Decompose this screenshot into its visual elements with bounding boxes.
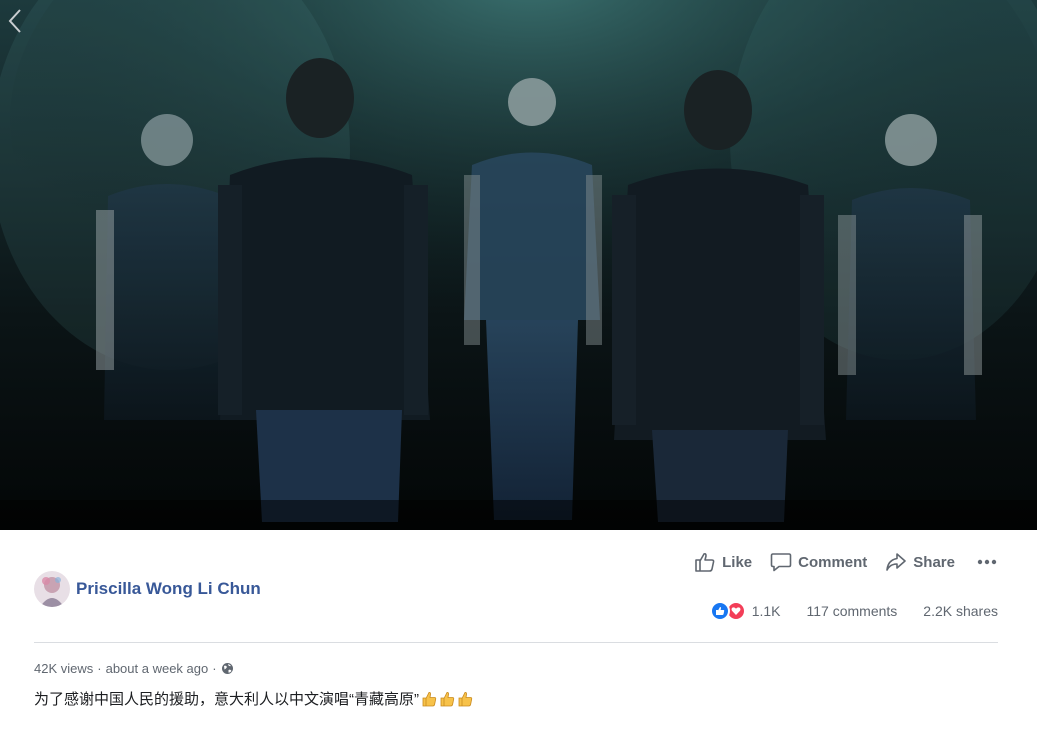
separator: ·	[212, 661, 217, 676]
like-reaction-icon	[709, 601, 730, 621]
share-button[interactable]: Share	[885, 552, 955, 572]
post-meta: 42K views · about a week ago ·	[34, 661, 234, 676]
like-label: Like	[722, 553, 753, 571]
more-options-button[interactable]	[977, 559, 997, 565]
engagement-stats: 1.1K 117 comments 2.2K shares	[709, 601, 998, 621]
caption-text: 为了感谢中国人民的援助，意大利人以中文演唱“青藏高原”	[34, 691, 419, 708]
divider	[34, 642, 998, 643]
comment-icon	[770, 553, 792, 572]
avatar[interactable]	[34, 571, 70, 607]
post-info-panel: Like Comment Share Priscilla Wong Li Chu…	[0, 530, 1037, 738]
separator: ·	[97, 661, 102, 676]
share-icon	[886, 553, 907, 571]
author-block: Priscilla Wong Li Chun	[34, 571, 261, 607]
post-caption: 为了感谢中国人民的援助，意大利人以中文演唱“青藏高原”	[34, 688, 475, 709]
author-name[interactable]: Priscilla Wong Li Chun	[76, 579, 261, 599]
back-button[interactable]	[4, 6, 26, 36]
view-count: 42K views	[34, 661, 94, 676]
chevron-left-icon	[8, 9, 21, 33]
thumbs-up-emoji	[439, 691, 455, 707]
more-dots-icon	[977, 559, 997, 565]
thumbs-up-icon	[695, 552, 715, 572]
reaction-count: 1.1K	[751, 603, 781, 619]
comment-label: Comment	[798, 553, 868, 571]
thumbs-up-emoji	[421, 691, 437, 707]
comment-button[interactable]: Comment	[770, 552, 867, 572]
thumbs-up-emoji	[457, 691, 473, 707]
like-button[interactable]: Like	[694, 552, 752, 572]
shares-count-link[interactable]: 2.2K shares	[923, 603, 998, 619]
profile-photo	[34, 571, 70, 607]
emoji-group	[421, 691, 475, 707]
globe-icon	[221, 663, 233, 674]
comments-count-link[interactable]: 117 comments	[807, 603, 898, 619]
share-label: Share	[913, 553, 955, 571]
video-player[interactable]	[0, 0, 1037, 530]
reactions-summary[interactable]: 1.1K	[709, 601, 781, 621]
action-bar: Like Comment Share	[676, 552, 997, 572]
video-frame	[0, 0, 1037, 530]
timestamp-link[interactable]: about a week ago	[106, 661, 209, 676]
